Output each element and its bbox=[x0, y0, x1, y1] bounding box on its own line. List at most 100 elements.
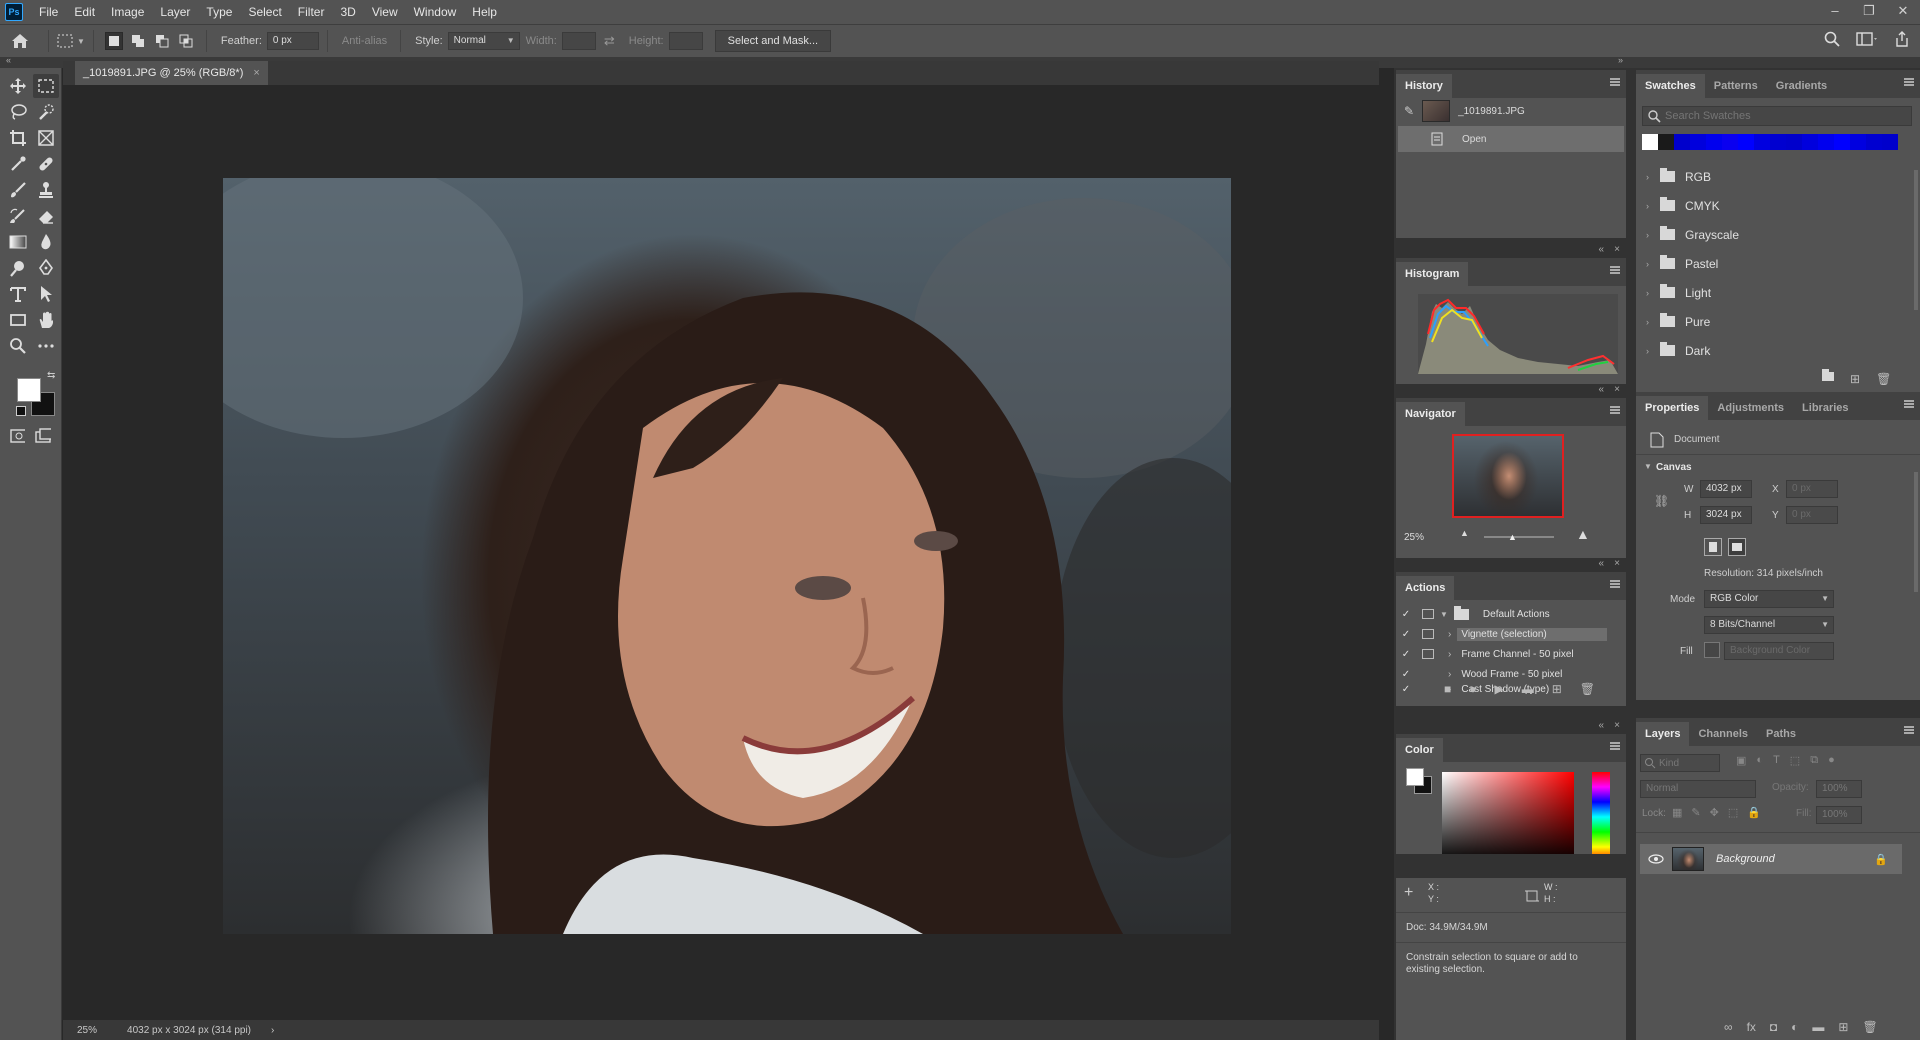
swap-colors-icon[interactable]: ⇆ bbox=[47, 370, 55, 381]
collapse-icon[interactable]: « bbox=[1598, 384, 1604, 395]
document-tab[interactable]: _1019891.JPG @ 25% (RGB/8*) × bbox=[75, 61, 268, 85]
document-image[interactable] bbox=[223, 178, 1231, 934]
collapse-icon[interactable]: « bbox=[1598, 558, 1604, 569]
properties-menu-icon[interactable] bbox=[1904, 400, 1914, 408]
layer-name[interactable]: Background bbox=[1716, 853, 1874, 865]
collapse-toolbar-icon[interactable]: « bbox=[6, 55, 11, 65]
fill-input[interactable]: 100% bbox=[1816, 806, 1862, 824]
check-icon[interactable]: ✓ bbox=[1396, 684, 1416, 694]
close-icon[interactable]: × bbox=[1614, 244, 1620, 255]
menu-layer[interactable]: Layer bbox=[152, 0, 198, 24]
collapse-icon[interactable]: « bbox=[1598, 720, 1604, 731]
new-swatch-icon[interactable]: ⊞ bbox=[1850, 372, 1860, 386]
marquee-tool-preset[interactable]: ▼ bbox=[57, 34, 85, 48]
tab-adjustments[interactable]: Adjustments bbox=[1708, 396, 1793, 420]
chevron-down-icon[interactable]: ▼ bbox=[1440, 610, 1448, 619]
menu-window[interactable]: Window bbox=[406, 0, 465, 24]
bit-depth-select[interactable]: 8 Bits/Channel ▼ bbox=[1704, 616, 1834, 634]
lock-artboard-icon[interactable]: ⬚ bbox=[1728, 806, 1738, 819]
swatch-blue[interactable] bbox=[1834, 134, 1850, 150]
swatch-group[interactable]: › Pastel bbox=[1636, 249, 1908, 278]
tab-libraries[interactable]: Libraries bbox=[1793, 396, 1857, 420]
swatch-group[interactable]: › CMYK bbox=[1636, 191, 1908, 220]
menu-file[interactable]: File bbox=[31, 0, 66, 24]
new-group-icon[interactable] bbox=[1822, 369, 1834, 381]
eyedropper-tool[interactable] bbox=[5, 152, 31, 176]
layers-menu-icon[interactable] bbox=[1904, 726, 1914, 734]
swatch-blue[interactable] bbox=[1786, 134, 1802, 150]
swatch-group[interactable]: › Grayscale bbox=[1636, 220, 1908, 249]
adjustment-layer-icon[interactable]: ◐ bbox=[1791, 1020, 1798, 1034]
link-icon[interactable]: ⛓ bbox=[1654, 494, 1669, 508]
swatch-blue[interactable] bbox=[1706, 134, 1722, 150]
close-icon[interactable]: × bbox=[1614, 384, 1620, 395]
zoom-slider[interactable] bbox=[1484, 536, 1554, 538]
chevron-right-icon[interactable]: › bbox=[1448, 629, 1451, 640]
move-tool[interactable] bbox=[5, 74, 31, 98]
menu-type[interactable]: Type bbox=[198, 0, 240, 24]
feather-input[interactable]: 0 px bbox=[266, 32, 319, 50]
check-icon[interactable]: ✓ bbox=[1396, 649, 1416, 660]
histogram-menu-icon[interactable] bbox=[1610, 266, 1620, 274]
add-selection-button[interactable] bbox=[129, 32, 147, 50]
height-input[interactable] bbox=[668, 32, 703, 50]
navigator-thumbnail[interactable] bbox=[1452, 434, 1564, 518]
action-item[interactable]: ✓ › Wood Frame - 50 pixel bbox=[1396, 664, 1626, 684]
canvas-y-input[interactable]: 0 px bbox=[1786, 506, 1838, 524]
type-filter-icon[interactable]: T bbox=[1773, 754, 1780, 767]
type-tool[interactable] bbox=[5, 282, 31, 306]
record-icon[interactable]: ● bbox=[1469, 682, 1476, 696]
dialog-toggle-icon[interactable] bbox=[1422, 649, 1434, 659]
filter-toggle-icon[interactable]: ● bbox=[1828, 754, 1835, 767]
collapse-icon[interactable]: « bbox=[1598, 244, 1604, 255]
color-field[interactable] bbox=[1442, 772, 1574, 854]
new-group-icon[interactable]: ▬ bbox=[1812, 1020, 1824, 1034]
lock-pixels-icon[interactable]: ▦ bbox=[1672, 806, 1682, 819]
intersect-selection-button[interactable] bbox=[177, 32, 195, 50]
close-window-button[interactable]: ✕ bbox=[1886, 0, 1920, 24]
color-mode-select[interactable]: RGB Color ▼ bbox=[1704, 590, 1834, 608]
swatch-blue[interactable] bbox=[1722, 134, 1738, 150]
clone-stamp-tool[interactable] bbox=[33, 178, 59, 202]
expand-panels-icon[interactable]: » bbox=[1618, 55, 1623, 65]
swatch-group[interactable]: › Dark bbox=[1636, 336, 1908, 365]
width-input[interactable] bbox=[561, 32, 596, 50]
brush-tool[interactable] bbox=[5, 178, 31, 202]
action-item[interactable]: ✓ › Frame Channel - 50 pixel bbox=[1396, 644, 1626, 664]
properties-scrollbar[interactable] bbox=[1914, 472, 1918, 592]
swatch-group[interactable]: › Light bbox=[1636, 278, 1908, 307]
screen-mode-icon[interactable] bbox=[34, 428, 51, 444]
antialias-checkbox[interactable]: Anti-alias bbox=[342, 35, 387, 47]
subtract-selection-button[interactable] bbox=[153, 32, 171, 50]
tab-actions[interactable]: Actions bbox=[1396, 576, 1455, 600]
zoom-out-icon[interactable]: ▲ bbox=[1460, 528, 1469, 538]
pen-tool[interactable] bbox=[33, 256, 59, 280]
restore-button[interactable]: ❐ bbox=[1852, 0, 1886, 24]
status-zoom[interactable]: 25% bbox=[77, 1025, 97, 1036]
blur-tool[interactable] bbox=[33, 230, 59, 254]
dialog-toggle-icon[interactable] bbox=[1422, 609, 1434, 619]
check-icon[interactable]: ✓ bbox=[1396, 629, 1416, 640]
new-selection-button[interactable] bbox=[104, 32, 123, 50]
tab-properties[interactable]: Properties bbox=[1636, 396, 1709, 420]
delete-layer-icon[interactable]: 🗑 bbox=[1862, 1020, 1877, 1034]
canvas-x-input[interactable]: 0 px bbox=[1786, 480, 1838, 498]
close-tab-icon[interactable]: × bbox=[253, 67, 259, 79]
lasso-tool[interactable] bbox=[5, 100, 31, 124]
lock-all-icon[interactable]: 🔒 bbox=[1747, 806, 1761, 819]
swatches-menu-icon[interactable] bbox=[1904, 78, 1914, 86]
search-icon[interactable] bbox=[1824, 31, 1840, 47]
dodge-tool[interactable] bbox=[5, 256, 31, 280]
color-menu-icon[interactable] bbox=[1610, 742, 1620, 750]
color-fg-swatch[interactable] bbox=[1406, 768, 1424, 786]
quick-selection-tool[interactable] bbox=[33, 100, 59, 124]
share-icon[interactable] bbox=[1894, 31, 1910, 47]
minimize-button[interactable]: – bbox=[1818, 0, 1852, 24]
navigator-menu-icon[interactable] bbox=[1610, 406, 1620, 414]
action-set[interactable]: ✓ ▼ Default Actions bbox=[1396, 604, 1626, 624]
foreground-color[interactable] bbox=[17, 378, 41, 402]
new-action-icon[interactable]: ⊞ bbox=[1552, 682, 1562, 696]
swatch-blue[interactable] bbox=[1770, 134, 1786, 150]
zoom-slider-thumb[interactable]: ▲ bbox=[1508, 532, 1517, 542]
history-menu-icon[interactable] bbox=[1610, 78, 1620, 86]
